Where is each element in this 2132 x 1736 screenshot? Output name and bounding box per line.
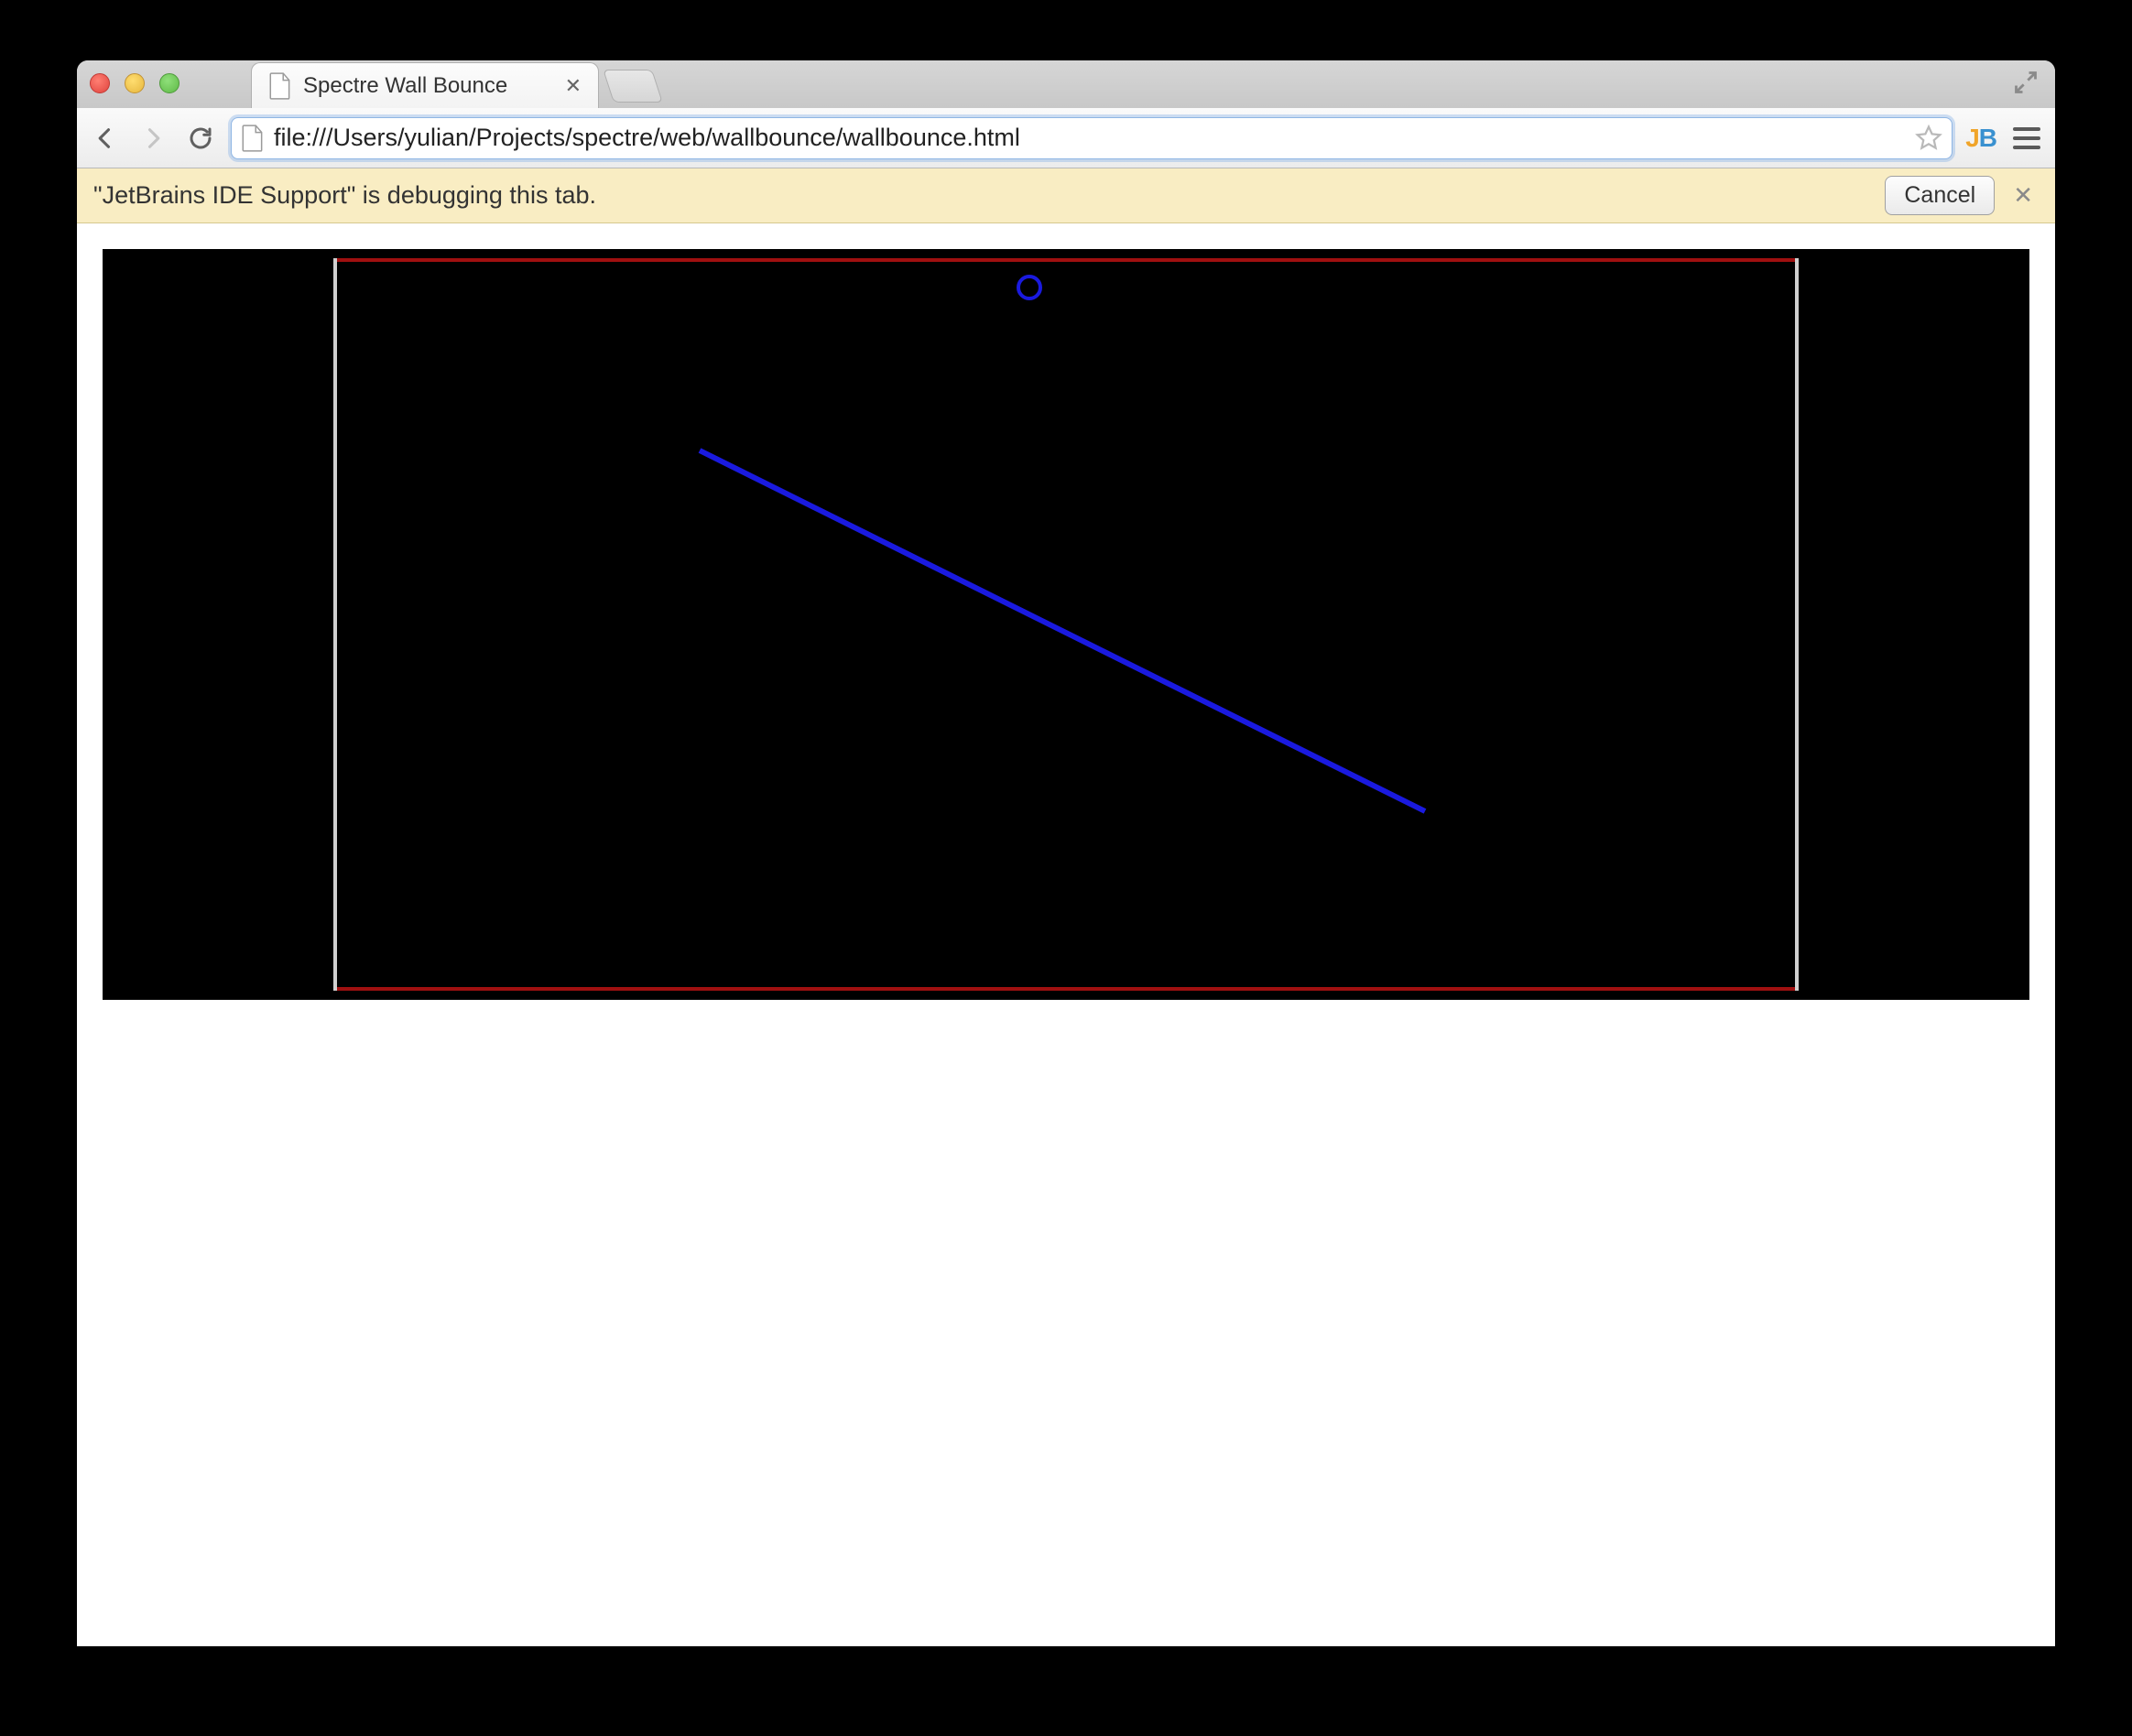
file-icon	[268, 72, 292, 100]
forward-button[interactable]	[136, 121, 170, 156]
tab-title: Spectre Wall Bounce	[303, 73, 554, 99]
close-window-button[interactable]	[90, 73, 110, 93]
page-icon	[241, 125, 265, 152]
minimize-window-button[interactable]	[125, 73, 145, 93]
back-button[interactable]	[88, 121, 123, 156]
url-input[interactable]	[274, 124, 1906, 152]
new-tab-button[interactable]	[603, 70, 663, 103]
game-canvas[interactable]	[103, 249, 2029, 1000]
chrome-menu-button[interactable]	[2009, 121, 2044, 156]
browser-window: Spectre Wall Bounce ✕	[77, 60, 2055, 1646]
ball	[1018, 277, 1040, 298]
tabstrip: Spectre Wall Bounce ✕	[77, 60, 2055, 108]
close-infobar-button[interactable]: ✕	[2007, 178, 2039, 213]
bookmark-star-icon[interactable]	[1915, 125, 1942, 152]
fullscreen-icon[interactable]	[2013, 70, 2039, 95]
browser-tab[interactable]: Spectre Wall Bounce ✕	[251, 62, 599, 108]
close-tab-button[interactable]: ✕	[565, 74, 582, 98]
jetbrains-extension-icon[interactable]: JB	[1965, 124, 1996, 153]
page-viewport	[77, 223, 2055, 1646]
toolbar: JB	[77, 108, 2055, 168]
infobar-message: "JetBrains IDE Support" is debugging thi…	[93, 181, 1872, 210]
window-controls	[90, 73, 179, 93]
reload-button[interactable]	[183, 121, 218, 156]
zoom-window-button[interactable]	[159, 73, 179, 93]
cancel-button[interactable]: Cancel	[1885, 176, 1995, 215]
debug-infobar: "JetBrains IDE Support" is debugging thi…	[77, 168, 2055, 223]
address-bar[interactable]	[231, 117, 1953, 159]
trajectory-line	[700, 450, 1425, 811]
